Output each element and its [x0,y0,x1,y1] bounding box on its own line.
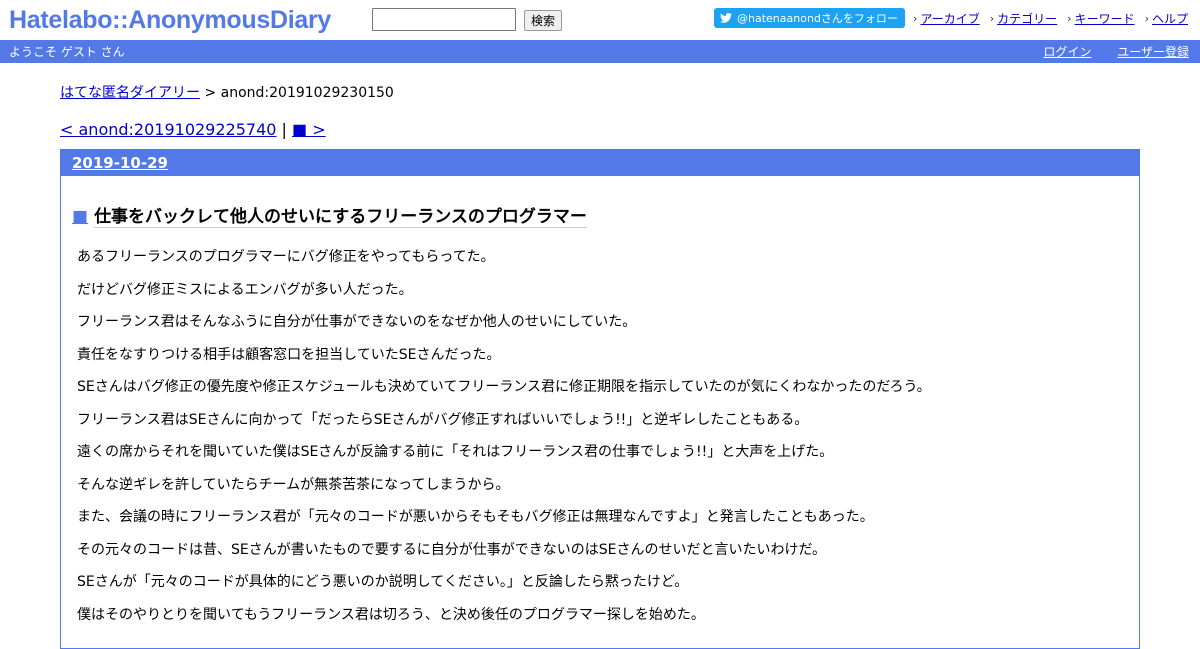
nav-category[interactable]: › カテゴリー [990,10,1057,27]
day-section: 2019-10-29 ■ 仕事をバックレて他人のせいにするフリーランスのプログラマ… [60,149,1140,649]
paragraph: SEさんはバグ修正の優先度や修正スケジュールも決めていてフリーランス君に修正期限… [77,379,931,395]
entry-title-text: 仕事をバックレて他人のせいにするフリーランスのプログラマー [94,207,587,228]
entry-body: あるフリーランスのプログラマーにバグ修正をやってもらってた。 だけどバグ修正ミス… [77,247,1139,637]
pager: < anond:20191029225740 | ■ > [60,120,1200,140]
user-bar: ようこそ ゲスト さん ログイン ユーザー登録 [0,40,1200,63]
chevron-right-icon: › [989,12,995,25]
paragraph: 責任をなすりつける相手は顧客窓口を担当していたSEさんだった。 [77,346,501,363]
paragraph: あるフリーランスのプログラマーにバグ修正をやってもらってた。 [77,249,495,265]
search-button[interactable]: 検索 [524,9,563,31]
search-form: 検索 [372,8,563,31]
chevron-right-icon: › [1144,12,1149,25]
search-input[interactable] [372,8,516,31]
follow-label: @hatenaanondさんをフォロー [737,12,898,25]
paragraph: 遠くの席からそれを聞いていた僕はSEさんが反論する前に「それはフリーランス君の仕… [77,444,834,460]
paragraph: だけどバグ修正ミスによるエンバグが多い人だった。 [77,281,413,298]
header-nav: › アーカイブ › カテゴリー › キーワード › ヘルプ [903,10,1188,27]
paragraph: SEさんが「元々のコードが具体的にどう悪いのか説明してください。」と反論したら黙… [77,574,689,590]
login-link[interactable]: ログイン [1043,45,1091,59]
paragraph: また、会議の時にフリーランス君が「元々のコードが悪いからそもそもバグ修正は無理な… [77,509,874,525]
nav-keyword[interactable]: › キーワード [1067,10,1134,27]
paragraph: そんな逆ギレを許していたらチームが無茶苦茶になってしまうから。 [77,476,510,493]
prev-entry-link[interactable]: < anond:20191029225740 [60,120,276,139]
day-date-link[interactable]: 2019-10-29 [72,154,168,172]
next-entry-link[interactable]: ■ > [292,120,326,139]
site-logo[interactable]: Hatelabo::AnonymousDiary [9,4,331,36]
paragraph: 僕はそのやりとりを聞いてもうフリーランス君は切ろう、と決め後任のプログラマー探し… [77,606,705,623]
paragraph: フリーランス君はSEさんに向かって「だったらSEさんがバグ修正すればいいでしょう… [77,411,809,428]
breadcrumb: はてな匿名ダイアリー > anond:20191029230150 [60,84,1200,102]
breadcrumb-home-link[interactable]: はてな匿名ダイアリー [60,85,200,101]
nav-keyword-link[interactable]: キーワード [1075,10,1135,27]
register-link[interactable]: ユーザー登録 [1117,45,1189,59]
nav-archive-link[interactable]: アーカイブ [920,10,979,27]
chevron-right-icon: › [1067,12,1072,25]
paragraph: その元々のコードは昔、SEさんが書いたもので要するに自分が仕事ができないのはSE… [77,541,827,558]
day-header: 2019-10-29 [61,150,1139,176]
nav-help[interactable]: › ヘルプ [1145,10,1188,27]
breadcrumb-current: anond:20191029230150 [220,85,394,101]
chevron-right-icon: › [913,12,918,25]
paragraph: フリーランス君はそんなふうに自分が仕事ができないのをなぜか他人のせいにしていた。 [77,314,637,330]
site-header: Hatelabo::AnonymousDiary 検索 @hatenaanond… [0,0,1200,40]
twitter-bird-icon [720,13,732,23]
breadcrumb-separator: > [204,85,217,101]
entry-title: ■ 仕事をバックレて他人のせいにするフリーランスのプログラマー [72,202,1139,228]
nav-category-link[interactable]: カテゴリー [997,10,1057,27]
nav-help-link[interactable]: ヘルプ [1152,10,1188,27]
entry-permalink[interactable]: ■ [72,207,88,227]
account-links: ログイン ユーザー登録 [1021,43,1189,60]
nav-archive[interactable]: › アーカイブ [913,10,980,27]
pager-separator: | [281,120,287,139]
twitter-follow-button[interactable]: @hatenaanondさんをフォロー [714,8,905,28]
welcome-text: ようこそ ゲスト さん [9,45,125,59]
